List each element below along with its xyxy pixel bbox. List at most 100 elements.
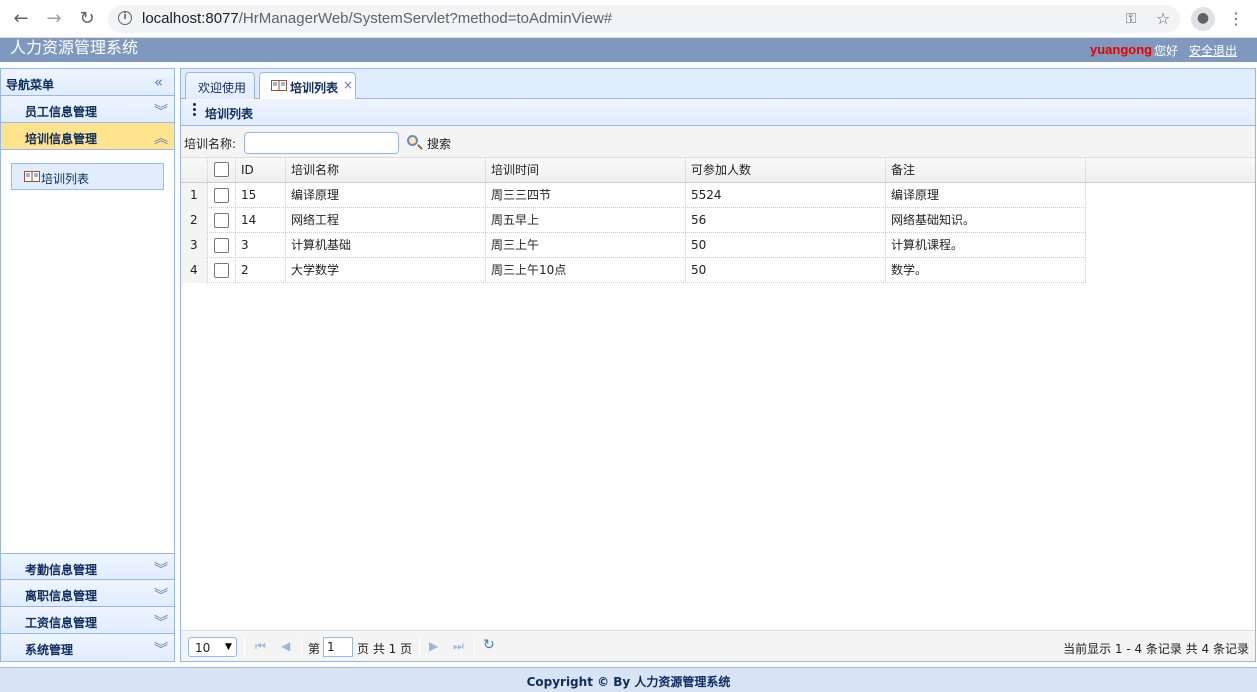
divider: [244, 637, 245, 657]
footer: Copyright © By 人力资源管理系统: [0, 667, 1257, 692]
url-text[interactable]: localhost:8077/HrManagerWeb/SystemServle…: [142, 10, 612, 27]
cell-time: 周五早上: [486, 208, 686, 233]
browser-toolbar: ← → ↻ i localhost:8077/HrManagerWeb/Syst…: [0, 0, 1257, 38]
chevron-down-double-icon[interactable]: ︾: [154, 101, 168, 121]
sidebar-section-salary[interactable]: 工资信息管理 ︾: [1, 607, 174, 634]
row-select-cell: [208, 233, 236, 258]
select-all-checkbox[interactable]: [214, 162, 229, 177]
row-select-cell: [208, 258, 236, 283]
grid-header: ID 培训名称 培训时间 可参加人数 备注: [181, 158, 1255, 183]
tab-strip: 欢迎使用 培训列表 ×: [181, 69, 1255, 100]
cell-name: 网络工程: [286, 208, 486, 233]
reload-icon[interactable]: ↻: [76, 8, 98, 30]
chevron-up-double-icon[interactable]: ︽: [154, 128, 168, 148]
book-icon: [24, 171, 40, 182]
refresh-icon[interactable]: ↻: [483, 637, 495, 653]
chevron-down-double-icon[interactable]: ︾: [154, 559, 168, 579]
star-icon[interactable]: ☆: [1152, 8, 1174, 30]
main-panel: 欢迎使用 培训列表 × 培训列表 培训名称: 搜索 ID 培训名称 培训时间 可…: [180, 68, 1256, 662]
rownum-header: [181, 158, 208, 183]
copyright-text: Copyright © By 人力资源管理系统: [526, 675, 731, 689]
sidebar-header: 导航菜单 «: [1, 69, 174, 96]
cell-count: 56: [686, 208, 886, 233]
prev-page-icon[interactable]: ◀: [281, 639, 290, 653]
next-page-icon[interactable]: ▶: [429, 639, 438, 653]
training-name-input[interactable]: [244, 132, 399, 154]
last-page-icon[interactable]: ⏭: [453, 639, 464, 654]
select-all-header: [208, 158, 236, 183]
tab-welcome[interactable]: 欢迎使用: [185, 72, 255, 99]
page-size-select[interactable]: 10 ▼: [188, 637, 237, 657]
cell-time: 周三上午10点: [486, 258, 686, 283]
sidebar-section-label: 员工信息管理: [25, 105, 98, 119]
cell-count: 50: [686, 233, 886, 258]
kebab-icon: [193, 103, 197, 118]
data-grid: ID 培训名称 培训时间 可参加人数 备注 1 15 编译原理 周三三四节 55…: [181, 158, 1255, 630]
page-number-input[interactable]: 1: [323, 637, 353, 657]
column-header-time[interactable]: 培训时间: [486, 158, 686, 183]
cell-name: 大学数学: [286, 258, 486, 283]
cell-count: 5524: [686, 183, 886, 208]
info-icon[interactable]: i: [118, 11, 132, 25]
chevron-down-double-icon[interactable]: ︾: [154, 585, 168, 605]
sidebar-section-label: 离职信息管理: [25, 589, 98, 603]
sidebar-section-system[interactable]: 系统管理 ︾: [1, 634, 174, 661]
table-row[interactable]: 1 15 编译原理 周三三四节 5524 编译原理: [181, 183, 1086, 208]
sidebar-section-body: 培训列表: [1, 151, 174, 553]
search-label: 培训名称:: [184, 137, 237, 151]
sidebar-section-label: 系统管理: [25, 643, 74, 657]
page-size-value: 10: [195, 641, 211, 655]
cell-id: 14: [236, 208, 286, 233]
search-toolbar: 培训名称: 搜索: [181, 126, 1255, 158]
cell-id: 2: [236, 258, 286, 283]
panel-title: 培训列表: [205, 107, 254, 121]
logout-link[interactable]: 安全退出: [1189, 42, 1237, 59]
profile-icon[interactable]: ●: [1191, 7, 1215, 31]
key-icon[interactable]: ⚿: [1120, 8, 1142, 30]
cell-id: 3: [236, 233, 286, 258]
cell-note: 编译原理: [886, 183, 1086, 208]
column-header-count[interactable]: 可参加人数: [686, 158, 886, 183]
row-number: 1: [181, 183, 208, 208]
sidebar-section-employee[interactable]: 员工信息管理 ︾: [1, 96, 174, 123]
row-checkbox[interactable]: [214, 238, 229, 253]
first-page-icon[interactable]: ⏮: [255, 639, 266, 654]
sidebar-section-attendance[interactable]: 考勤信息管理 ︾: [1, 553, 174, 580]
cell-time: 周三三四节: [486, 183, 686, 208]
menu-kebab-icon[interactable]: ⋮: [1225, 8, 1247, 30]
divider: [419, 637, 420, 657]
chevron-down-double-icon[interactable]: ︾: [154, 612, 168, 632]
search-button-label: 搜索: [427, 137, 452, 151]
app-title: 人力资源管理系统: [10, 40, 139, 57]
search-icon: [407, 135, 418, 146]
row-checkbox[interactable]: [214, 213, 229, 228]
cell-note: 计算机课程。: [886, 233, 1086, 258]
row-number: 2: [181, 208, 208, 233]
table-row[interactable]: 2 14 网络工程 周五早上 56 网络基础知识。: [181, 208, 1086, 233]
column-header-name[interactable]: 培训名称: [286, 158, 486, 183]
column-header-id[interactable]: ID: [236, 158, 286, 183]
forward-arrow-icon[interactable]: →: [43, 8, 65, 30]
row-checkbox[interactable]: [214, 188, 229, 203]
column-header-note[interactable]: 备注: [886, 158, 1086, 183]
address-bar[interactable]: i localhost:8077/HrManagerWeb/SystemServ…: [108, 5, 1180, 33]
cell-name: 计算机基础: [286, 233, 486, 258]
collapse-left-icon[interactable]: «: [154, 73, 163, 91]
username: yuangong: [1090, 42, 1153, 57]
row-select-cell: [208, 183, 236, 208]
sidebar-section-label: 工资信息管理: [25, 616, 98, 630]
cell-note: 数学。: [886, 258, 1086, 283]
table-row[interactable]: 3 3 计算机基础 周三上午 50 计算机课程。: [181, 233, 1086, 258]
row-number: 4: [181, 258, 208, 283]
close-icon[interactable]: ×: [343, 78, 353, 92]
sidebar-title: 导航菜单: [6, 78, 55, 92]
sidebar-item-training-list[interactable]: 培训列表: [11, 163, 164, 190]
back-arrow-icon[interactable]: ←: [10, 8, 32, 30]
row-checkbox[interactable]: [214, 263, 229, 278]
chevron-down-double-icon[interactable]: ︾: [154, 639, 168, 659]
tab-training-list[interactable]: 培训列表 ×: [259, 72, 356, 100]
sidebar-section-resignation[interactable]: 离职信息管理 ︾: [1, 580, 174, 607]
sidebar-section-training[interactable]: 培训信息管理 ︽: [1, 123, 174, 150]
cell-note: 网络基础知识。: [886, 208, 1086, 233]
table-row[interactable]: 4 2 大学数学 周三上午10点 50 数学。: [181, 258, 1086, 283]
